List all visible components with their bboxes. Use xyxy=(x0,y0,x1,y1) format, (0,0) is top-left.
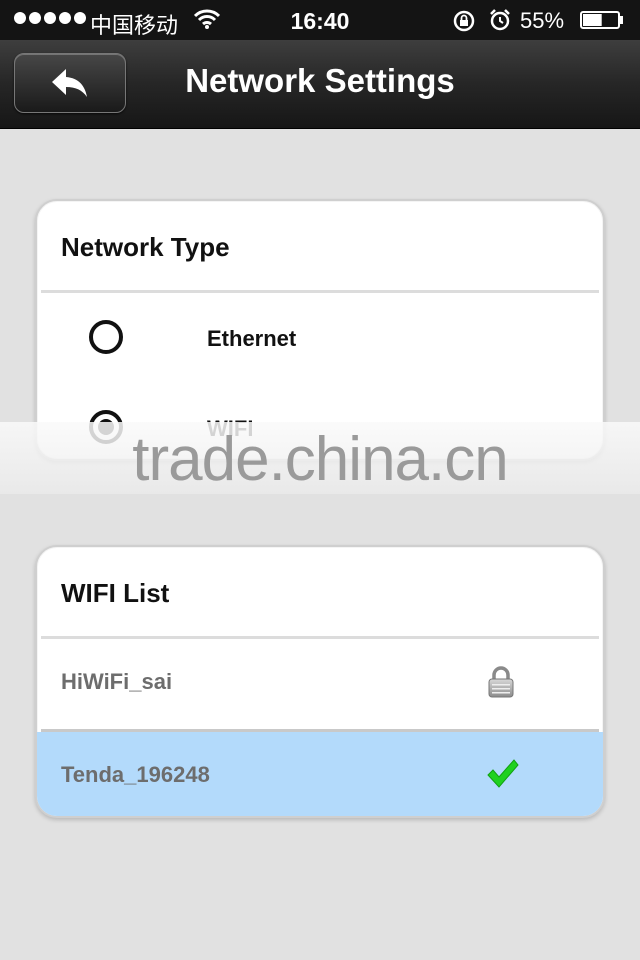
ethernet-label: Ethernet xyxy=(207,326,297,351)
check-icon xyxy=(487,759,519,788)
wifi-network-name: Tenda_196248 xyxy=(61,762,210,787)
watermark: trade.china.cn xyxy=(132,425,508,494)
alarm-icon xyxy=(490,9,510,31)
back-button[interactable] xyxy=(14,53,126,113)
divider xyxy=(41,290,599,293)
wifi-network-name: HiWiFi_sai xyxy=(61,669,173,694)
status-bar: 中国移动 16:40 55% xyxy=(0,0,640,40)
page-title: Network Settings xyxy=(185,62,455,99)
wifi-network-row[interactable]: HiWiFi_sai xyxy=(37,639,603,729)
network-type-title: Network Type xyxy=(61,232,230,262)
back-arrow-icon xyxy=(52,69,87,97)
wifi-list-card: WIFI List HiWiFi_sai Tenda_196248 xyxy=(35,545,605,818)
ethernet-radio[interactable] xyxy=(89,320,123,354)
wifi-list-title: WIFI List xyxy=(61,578,170,608)
battery-icon xyxy=(580,11,623,29)
navigation-bar: Network Settings xyxy=(0,40,640,129)
battery-percent: 55% xyxy=(520,8,565,33)
wifi-network-row-selected[interactable]: Tenda_196248 xyxy=(37,732,603,816)
rotation-lock-icon xyxy=(453,10,475,32)
lock-icon xyxy=(488,666,514,698)
